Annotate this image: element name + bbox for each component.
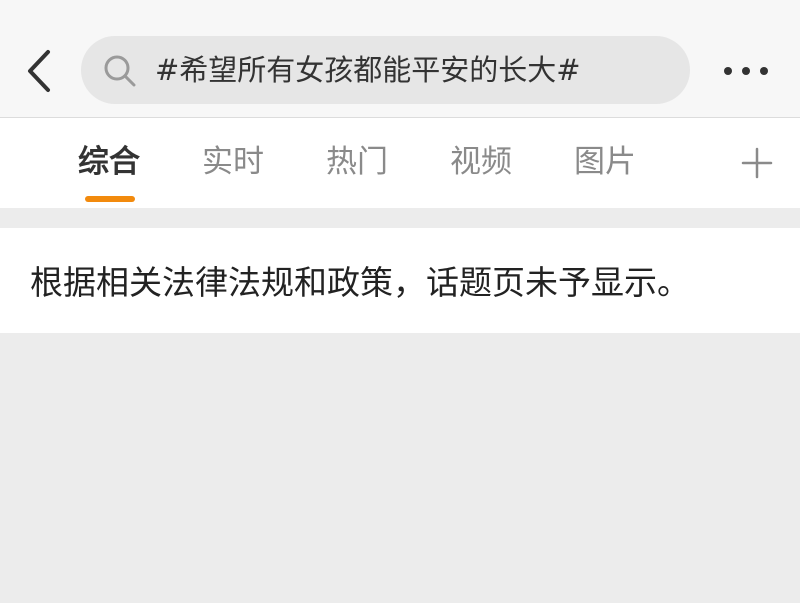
search-box[interactable]: #希望所有女孩都能平安的长大# xyxy=(81,36,690,104)
back-button[interactable] xyxy=(18,46,58,96)
add-tab-button[interactable] xyxy=(740,146,774,180)
chevron-left-icon xyxy=(28,50,50,92)
more-button[interactable] xyxy=(718,56,774,86)
active-tab-indicator xyxy=(85,196,135,202)
more-dots-icon xyxy=(724,67,768,75)
plus-icon xyxy=(741,147,773,179)
tab-hot[interactable]: 热门 xyxy=(326,140,388,184)
tab-video[interactable]: 视频 xyxy=(450,140,512,184)
notice-panel: 根据相关法律法规和政策，话题页未予显示。 xyxy=(0,228,800,333)
tab-realtime[interactable]: 实时 xyxy=(202,140,264,184)
tab-bar: 综合 实时 热门 视频 图片 xyxy=(0,118,800,208)
tab-comprehensive[interactable]: 综合 xyxy=(78,140,140,184)
notice-text: 根据相关法律法规和政策，话题页未予显示。 xyxy=(30,263,690,302)
search-icon xyxy=(104,55,136,87)
search-query[interactable]: #希望所有女孩都能平安的长大# xyxy=(155,36,581,104)
top-bar: #希望所有女孩都能平安的长大# xyxy=(0,0,800,118)
tab-images[interactable]: 图片 xyxy=(574,140,636,184)
